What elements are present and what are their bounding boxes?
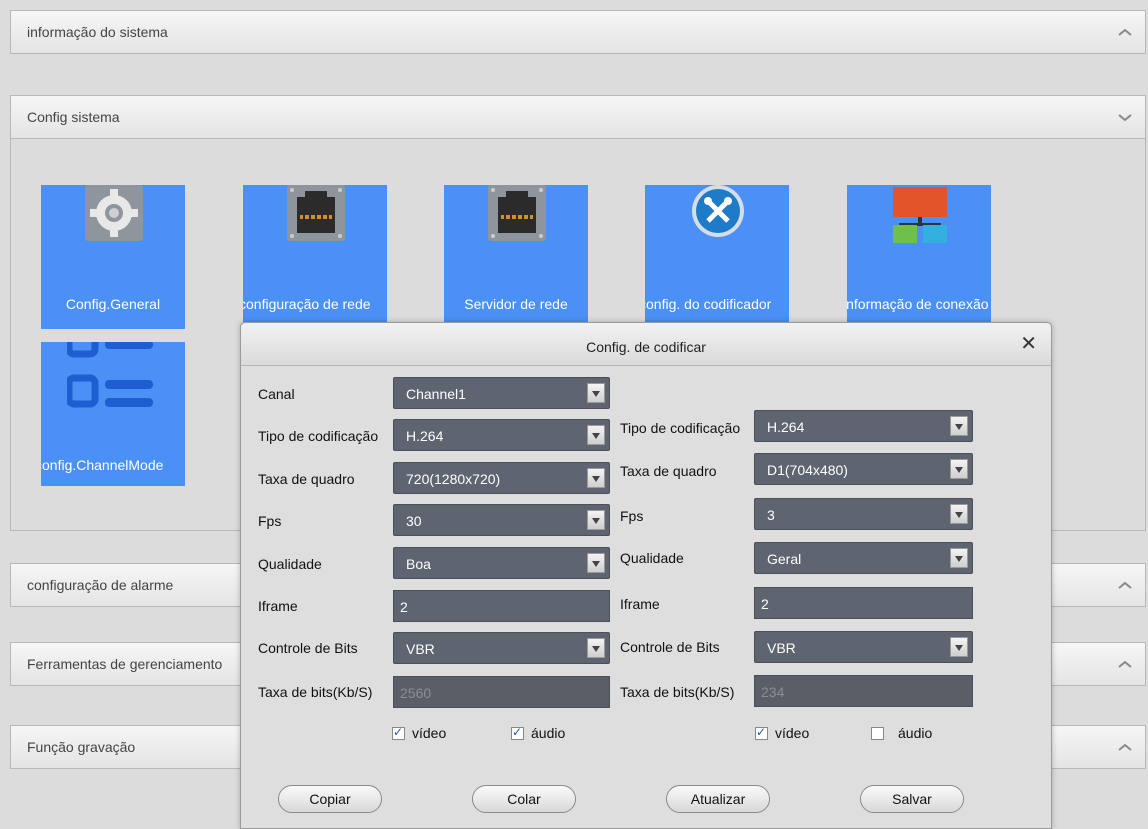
left-resolution-value: 720(1280x720) [406, 471, 501, 487]
dropdown-arrow-icon [587, 638, 605, 658]
left-quality-select[interactable]: Boa [393, 547, 610, 579]
left-codec-type-select[interactable]: H.264 [393, 419, 610, 451]
save-button[interactable]: Salvar [860, 785, 964, 813]
section-title: informação do sistema [27, 24, 168, 40]
right-bit-control-value: VBR [767, 640, 796, 656]
dropdown-arrow-icon [587, 383, 605, 403]
right-resolution-select[interactable]: D1(704x480) [754, 453, 973, 485]
dropdown-arrow-icon [950, 637, 968, 657]
network-port-icon [287, 185, 345, 241]
chevron-up-icon [1118, 660, 1132, 668]
dialog-titlebar[interactable]: Config. de codificar ✕ [241, 323, 1051, 366]
wrench-screwdriver-icon [692, 185, 744, 237]
left-resolution-select[interactable]: 720(1280x720) [393, 462, 610, 494]
chevron-down-icon [1118, 114, 1132, 122]
dropdown-arrow-icon [950, 416, 968, 436]
right-audio-checkbox[interactable] [871, 727, 884, 740]
section-title: Config sistema [27, 109, 120, 125]
paste-button[interactable]: Colar [472, 785, 576, 813]
left-video-checkbox[interactable] [392, 725, 405, 740]
right-bit-control-select[interactable]: VBR [754, 631, 973, 663]
tile-connection-info[interactable]: informação de conexão [847, 185, 991, 329]
left-audio-checkbox[interactable] [511, 725, 524, 740]
left-codec-type-value: H.264 [406, 428, 444, 444]
channel-select[interactable]: Channel1 [393, 377, 610, 409]
left-iframe-input[interactable]: 2 [393, 590, 610, 622]
right-resolution-label: Taxa de quadro [620, 463, 717, 479]
chevron-up-icon [1118, 581, 1132, 589]
left-bitrate-input: 2560 [393, 676, 610, 708]
chevron-up-icon [1118, 743, 1132, 751]
encoder-config-dialog: Config. de codificar ✕ Canal Channel1 Ti… [240, 322, 1052, 829]
right-fps-value: 3 [767, 507, 775, 523]
section-title: Função gravação [27, 739, 136, 755]
dropdown-arrow-icon [587, 468, 605, 488]
right-bitrate-label: Taxa de bits(Kb/S) [620, 684, 735, 700]
right-fps-select[interactable]: 3 [754, 498, 973, 530]
left-quality-value: Boa [406, 556, 431, 572]
network-port-icon [488, 185, 546, 241]
left-fps-label: Fps [258, 513, 282, 529]
section-system-info[interactable]: informação do sistema [10, 10, 1146, 54]
left-bit-control-select[interactable]: VBR [393, 632, 610, 664]
tile-label: Config.General [65, 296, 161, 312]
dropdown-arrow-icon [587, 553, 605, 573]
left-audio-label: áudio [531, 725, 566, 741]
tile-channel-mode[interactable]: config.ChannelMode [41, 342, 185, 486]
left-codec-type-label: Tipo de codificação [258, 428, 379, 444]
right-codec-type-label: Tipo de codificação [620, 420, 741, 436]
dropdown-arrow-icon [950, 548, 968, 568]
gear-icon [85, 185, 143, 241]
left-video-label: vídeo [412, 725, 447, 741]
tile-label: config. do codificador [645, 296, 772, 312]
tile-encoder-config[interactable]: config. do codificador [645, 185, 789, 329]
right-bitrate-input: 234 [754, 675, 973, 707]
right-resolution-value: D1(704x480) [767, 462, 848, 478]
dialog-title: Config. de codificar [586, 339, 706, 355]
right-quality-select[interactable]: Geral [754, 542, 973, 574]
right-video-label: vídeo [775, 725, 810, 741]
left-bit-control-label: Controle de Bits [258, 640, 358, 656]
section-system-config[interactable]: Config sistema [10, 95, 1146, 139]
channel-list-icon [67, 342, 153, 408]
section-title: configuração de alarme [27, 577, 174, 593]
refresh-button[interactable]: Atualizar [666, 785, 770, 813]
channel-label: Canal [258, 386, 295, 402]
right-codec-type-value: H.264 [767, 419, 805, 435]
tile-general-config[interactable]: Config.General [41, 185, 185, 329]
left-quality-label: Qualidade [258, 556, 322, 572]
copy-button[interactable]: Copiar [278, 785, 382, 813]
right-codec-type-select[interactable]: H.264 [754, 410, 973, 442]
dropdown-arrow-icon [950, 504, 968, 524]
left-fps-value: 30 [406, 513, 422, 529]
right-audio-label: áudio [898, 725, 933, 741]
dropdown-arrow-icon [950, 459, 968, 479]
right-iframe-input[interactable]: 2 [754, 587, 973, 619]
right-iframe-label: Iframe [620, 596, 660, 612]
right-fps-label: Fps [620, 508, 644, 524]
network-diagram-icon [893, 187, 947, 243]
right-video-checkbox[interactable] [755, 725, 768, 740]
left-iframe-label: Iframe [258, 598, 298, 614]
left-resolution-label: Taxa de quadro [258, 471, 355, 487]
tile-network-server[interactable]: Servidor de rede [444, 185, 588, 329]
right-quality-label: Qualidade [620, 550, 684, 566]
left-bit-control-value: VBR [406, 641, 435, 657]
left-fps-select[interactable]: 30 [393, 504, 610, 536]
section-title: Ferramentas de gerenciamento [27, 656, 223, 672]
tile-network-config[interactable]: configuração de rede [243, 185, 387, 329]
right-bit-control-label: Controle de Bits [620, 639, 720, 655]
left-bitrate-label: Taxa de bits(Kb/S) [258, 684, 373, 700]
dropdown-arrow-icon [587, 425, 605, 445]
close-icon[interactable]: ✕ [1020, 331, 1037, 356]
right-quality-value: Geral [767, 551, 802, 567]
channel-value: Channel1 [406, 386, 466, 402]
tile-label: configuração de rede [243, 296, 371, 312]
tile-label: Servidor de rede [464, 296, 568, 312]
tile-label: config.ChannelMode [41, 457, 164, 473]
dropdown-arrow-icon [587, 510, 605, 530]
chevron-up-icon [1118, 28, 1132, 36]
tile-label: informação de conexão [847, 296, 989, 312]
